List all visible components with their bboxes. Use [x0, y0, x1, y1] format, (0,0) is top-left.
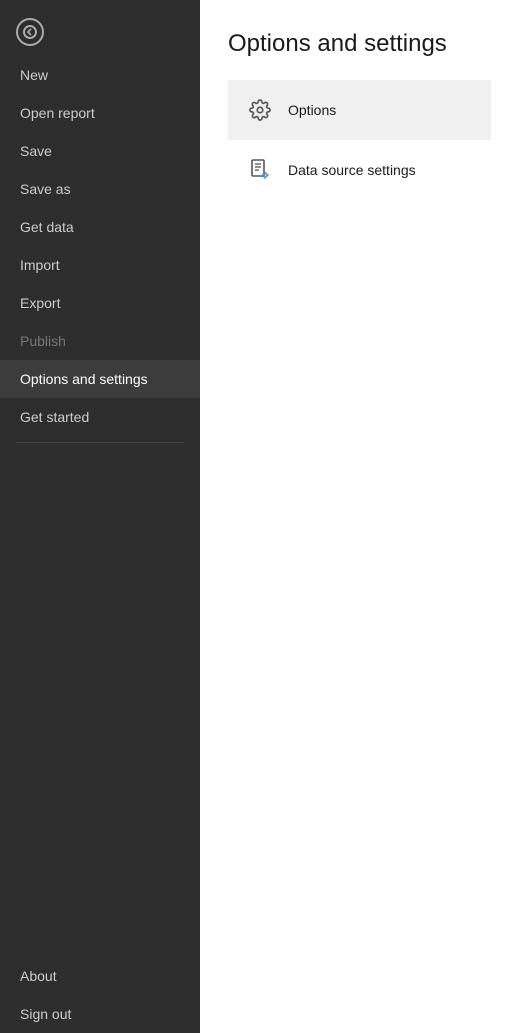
- sidebar-item-label-save: Save: [20, 143, 52, 159]
- sidebar-item-get-started[interactable]: Get started: [0, 398, 200, 436]
- main-content: Options and settings Options Data source…: [200, 0, 519, 1033]
- sidebar-item-label-save-as: Save as: [20, 181, 71, 197]
- sidebar-item-label-get-started: Get started: [20, 409, 89, 425]
- sidebar-item-save[interactable]: Save: [0, 132, 200, 170]
- sidebar-item-new[interactable]: New: [0, 56, 200, 94]
- sidebar-nav: New Open report Save Save as Get data Im…: [0, 56, 200, 957]
- sidebar-item-label-export: Export: [20, 295, 60, 311]
- sidebar-item-label-open-report: Open report: [20, 105, 95, 121]
- sidebar-item-get-data[interactable]: Get data: [0, 208, 200, 246]
- options-label: Options: [288, 102, 336, 118]
- sidebar-item-label-about: About: [20, 968, 57, 984]
- sidebar-item-label-get-data: Get data: [20, 219, 74, 235]
- gear-icon: [244, 94, 276, 126]
- sidebar-item-label-import: Import: [20, 257, 60, 273]
- sidebar-item-label-options-and-settings: Options and settings: [20, 371, 148, 387]
- back-icon: [16, 18, 44, 46]
- sidebar-item-label-new: New: [20, 67, 48, 83]
- sidebar: New Open report Save Save as Get data Im…: [0, 0, 200, 1033]
- sidebar-item-publish[interactable]: Publish: [0, 322, 200, 360]
- options-item[interactable]: Options: [228, 80, 491, 140]
- sidebar-item-label-sign-out: Sign out: [20, 1006, 71, 1022]
- sidebar-item-sign-out[interactable]: Sign out: [0, 995, 200, 1033]
- back-button[interactable]: [0, 0, 200, 56]
- datasource-icon: [244, 154, 276, 186]
- sidebar-item-save-as[interactable]: Save as: [0, 170, 200, 208]
- sidebar-bottom: About Sign out: [0, 957, 200, 1033]
- sidebar-item-open-report[interactable]: Open report: [0, 94, 200, 132]
- sidebar-divider: [16, 442, 184, 443]
- sidebar-item-about[interactable]: About: [0, 957, 200, 995]
- sidebar-item-label-publish: Publish: [20, 333, 66, 349]
- data-source-settings-label: Data source settings: [288, 162, 416, 178]
- page-title: Options and settings: [228, 30, 491, 58]
- data-source-settings-item[interactable]: Data source settings: [228, 140, 491, 200]
- sidebar-item-import[interactable]: Import: [0, 246, 200, 284]
- sidebar-item-options-and-settings[interactable]: Options and settings: [0, 360, 200, 398]
- sidebar-item-export[interactable]: Export: [0, 284, 200, 322]
